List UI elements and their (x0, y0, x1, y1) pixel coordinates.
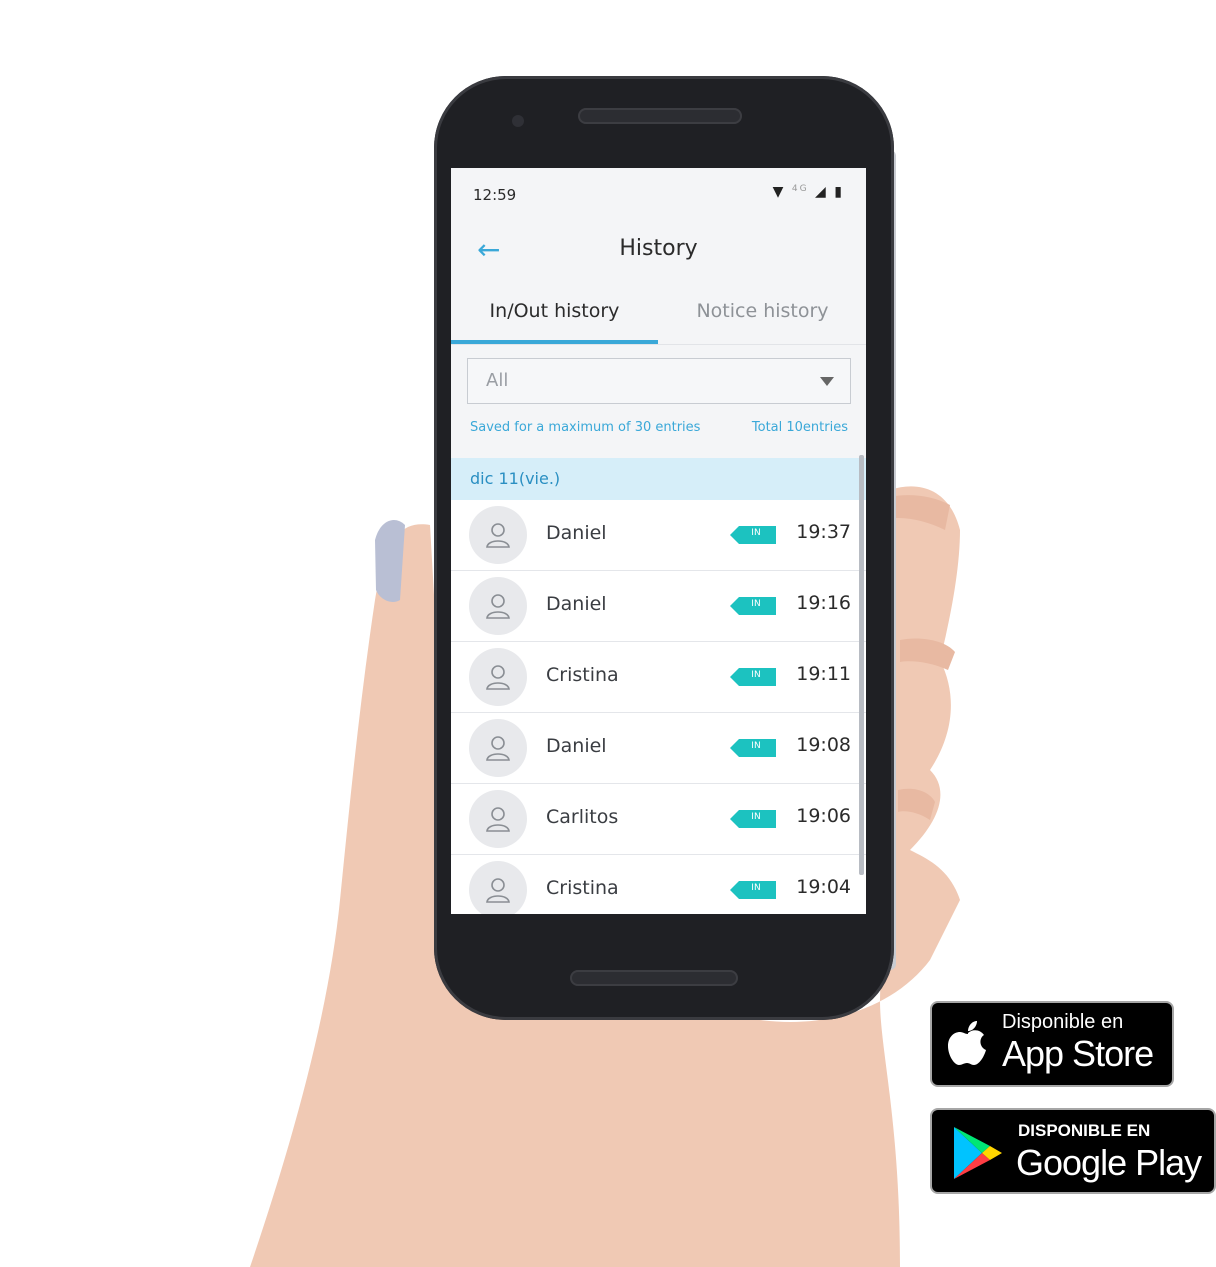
badge-label: IN (751, 599, 761, 609)
list-item[interactable]: Carlitos IN 19:06 (451, 784, 866, 855)
avatar (469, 861, 527, 914)
user-icon (486, 807, 510, 832)
google-play-big-text: Google Play (1016, 1142, 1202, 1183)
entry-name: Daniel (546, 735, 607, 757)
google-play-logo-icon (954, 1127, 1002, 1179)
entry-name: Carlitos (546, 806, 619, 828)
entry-time: 19:11 (796, 663, 851, 685)
product-photo: 12:59 ▼ 4G ◢ ▮ ← History In/Out history … (0, 0, 1216, 1267)
user-icon (486, 523, 510, 548)
user-icon (486, 736, 510, 761)
list-item[interactable]: Cristina IN 19:11 (451, 642, 866, 713)
app-store-badge[interactable]: Disponible en App Store (930, 1001, 1174, 1087)
entry-name: Daniel (546, 522, 607, 544)
chevron-down-icon (820, 377, 834, 386)
google-play-badge[interactable]: DISPONIBLE EN Google Play (930, 1108, 1216, 1194)
entry-name: Cristina (546, 877, 619, 899)
filter-selected-value: All (486, 370, 509, 391)
badge-label: IN (751, 741, 761, 751)
in-badge: IN (730, 597, 776, 615)
entry-time: 19:08 (796, 734, 851, 756)
filter-dropdown[interactable]: All (467, 358, 851, 404)
entry-time: 19:16 (796, 592, 851, 614)
entry-time: 19:37 (796, 521, 851, 543)
tab-label: In/Out history (489, 300, 620, 322)
apple-logo-icon (948, 1021, 986, 1065)
app-store-big-text: App Store (1002, 1033, 1154, 1074)
in-badge: IN (730, 668, 776, 686)
tab-label: Notice history (696, 300, 829, 322)
in-badge: IN (730, 739, 776, 757)
signal-icon: ◢ (815, 184, 828, 200)
badge-label: IN (751, 883, 761, 893)
total-count: Total 10entries (751, 420, 848, 435)
avatar (469, 719, 527, 777)
in-badge: IN (730, 881, 776, 899)
battery-icon: ▮ (834, 184, 844, 200)
badge-label: IN (751, 528, 761, 538)
status-bar: 12:59 ▼ 4G ◢ ▮ (451, 168, 866, 222)
entry-name: Cristina (546, 664, 619, 686)
avatar (469, 648, 527, 706)
earpiece-speaker (578, 108, 742, 124)
badge-label: IN (751, 670, 761, 680)
tab-in-out-history[interactable]: In/Out history (451, 280, 658, 344)
wifi-icon: ▼ (772, 184, 786, 200)
in-badge: IN (730, 526, 776, 544)
page-title: History (619, 236, 698, 261)
list-item[interactable]: Daniel IN 19:08 (451, 713, 866, 784)
day-header-label: dic 11(vie.) (470, 469, 561, 488)
entry-name: Daniel (546, 593, 607, 615)
entry-time: 19:06 (796, 805, 851, 827)
user-icon (486, 594, 510, 619)
in-badge: IN (730, 810, 776, 828)
status-icons: ▼ 4G ◢ ▮ (773, 184, 844, 200)
list-item[interactable]: Cristina IN 19:04 (451, 855, 866, 914)
tab-notice-history[interactable]: Notice history (659, 280, 866, 344)
network-type: 4G (791, 184, 809, 194)
history-tabs: In/Out history Notice history (451, 280, 866, 345)
list-item[interactable]: Daniel IN 19:16 (451, 571, 866, 642)
retention-note: Saved for a maximum of 30 entries (470, 420, 701, 435)
app-store-small-text: Disponible en (1002, 1011, 1124, 1033)
user-icon (486, 665, 510, 690)
badge-label: IN (751, 812, 761, 822)
bottom-speaker (570, 970, 738, 986)
app-bar: ← History (451, 222, 866, 281)
avatar (469, 577, 527, 635)
entry-time: 19:04 (796, 876, 851, 898)
list-scrollbar[interactable] (859, 455, 864, 875)
google-play-small-text: DISPONIBLE EN (1018, 1121, 1151, 1140)
avatar (469, 506, 527, 564)
status-time: 12:59 (473, 186, 517, 204)
front-camera (512, 115, 524, 127)
user-icon (486, 878, 510, 903)
phone-screen: 12:59 ▼ 4G ◢ ▮ ← History In/Out history … (451, 168, 866, 914)
history-list: Daniel IN 19:37 Daniel IN 19:16 Cristina… (451, 500, 866, 914)
avatar (469, 790, 527, 848)
active-tab-indicator (451, 340, 658, 344)
list-item[interactable]: Daniel IN 19:37 (451, 500, 866, 571)
day-header: dic 11(vie.) (451, 458, 866, 500)
